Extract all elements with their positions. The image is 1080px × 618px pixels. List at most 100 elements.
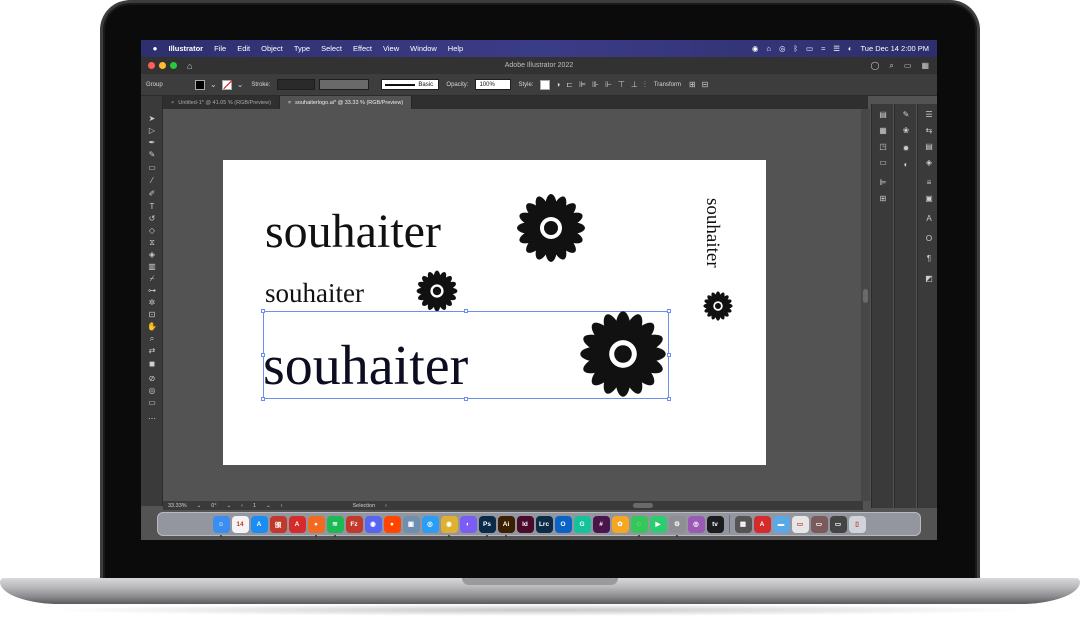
distribute-icon[interactable]: ⫶ bbox=[641, 80, 649, 90]
close-tab-icon[interactable]: × bbox=[171, 100, 174, 106]
swatches-icon[interactable]: ▤ bbox=[923, 142, 935, 152]
selection-tool-icon[interactable]: ➤ bbox=[146, 114, 158, 124]
dock-photos-icon[interactable]: ✿ bbox=[611, 515, 629, 533]
curvature-tool-icon[interactable]: ✎ bbox=[146, 150, 158, 160]
dock-calculator-icon[interactable]: ▦ bbox=[734, 515, 752, 533]
align-panel-icon[interactable]: ⊫ bbox=[877, 178, 889, 188]
close-window-button[interactable] bbox=[148, 62, 155, 69]
pencil-tool-icon[interactable]: ✐ bbox=[146, 189, 158, 199]
glyphs-icon[interactable]: ◩ bbox=[923, 274, 935, 284]
color-guide-icon[interactable]: ⇆ bbox=[923, 126, 935, 136]
dock-window-2-icon[interactable]: ▭ bbox=[829, 515, 847, 533]
dock-preview-icon[interactable]: ▣ bbox=[402, 515, 420, 533]
paintbrush-tool-icon[interactable]: ⁄ bbox=[146, 176, 158, 186]
menu-view[interactable]: View bbox=[377, 44, 404, 53]
tab-souhaiterlogo[interactable]: × souhaiterlogo.ai* @ 33.33 % (RGB/Previ… bbox=[279, 96, 413, 109]
align-middle-icon[interactable]: ⊥ bbox=[628, 80, 641, 89]
swap-fill-stroke-icon[interactable]: ⇄ bbox=[146, 346, 158, 356]
stroke-weight-field[interactable] bbox=[277, 79, 316, 90]
vertical-scroll-thumb[interactable] bbox=[863, 289, 868, 303]
direct-selection-tool-icon[interactable]: ▷ bbox=[146, 126, 158, 136]
fill-swatch[interactable] bbox=[195, 79, 205, 90]
battery-icon[interactable]: ▭ bbox=[806, 44, 813, 53]
account-icon[interactable]: ◯ bbox=[870, 61, 879, 71]
dock-firefox-icon[interactable]: ● bbox=[307, 515, 325, 537]
dock-podcasts-icon[interactable]: ◎ bbox=[687, 515, 705, 533]
extension-icon[interactable]: ⌂ bbox=[766, 44, 771, 53]
fill-dropdown-icon[interactable]: ⌄ bbox=[207, 80, 220, 89]
symbol-sprayer-tool-icon[interactable]: ✲ bbox=[146, 298, 158, 308]
rotate-tool-icon[interactable]: ↺ bbox=[146, 214, 158, 224]
artboard-tool-icon[interactable]: ⊡ bbox=[146, 310, 158, 320]
dock-settings-icon[interactable]: ⚙ bbox=[668, 515, 686, 537]
dock-lightroom-classic-icon[interactable]: Lrc bbox=[535, 515, 553, 533]
selection-handle[interactable] bbox=[261, 397, 265, 401]
menu-edit[interactable]: Edit bbox=[232, 44, 256, 53]
graphic-styles-icon[interactable]: ✹ bbox=[900, 144, 912, 154]
eyedropper-tool-icon[interactable]: ⌿ bbox=[146, 274, 158, 284]
siri-icon[interactable]: ◐ bbox=[848, 44, 853, 53]
none-color-icon[interactable]: ⊘ bbox=[146, 374, 158, 384]
rectangle-tool-icon[interactable]: ▭ bbox=[146, 163, 158, 173]
search-icon[interactable]: ⌕ bbox=[889, 61, 893, 71]
align-right-icon[interactable]: ⊩ bbox=[602, 80, 615, 89]
zoom-tool-icon[interactable]: ⌕ bbox=[146, 334, 158, 344]
dock-filezilla-icon[interactable]: Fz bbox=[345, 515, 363, 533]
transform-link[interactable]: Transform bbox=[649, 82, 686, 88]
arrange-objects-icon[interactable]: ⊟ bbox=[699, 80, 712, 89]
selection-handle[interactable] bbox=[261, 309, 265, 313]
logo-text-2[interactable]: souhaiter bbox=[265, 280, 364, 307]
libraries-icon[interactable]: ▦ bbox=[877, 126, 889, 136]
cc-libraries-icon[interactable]: ◳ bbox=[877, 142, 889, 152]
artboard-prev-icon[interactable]: ‹ bbox=[236, 503, 248, 509]
zoom-dropdown-icon[interactable]: ⌄ bbox=[192, 503, 207, 509]
selection-handle[interactable] bbox=[667, 309, 671, 313]
screen-record-icon[interactable]: ◎ bbox=[779, 44, 786, 53]
dock-tv-icon[interactable]: tv bbox=[706, 515, 724, 533]
selection-handle[interactable] bbox=[464, 309, 468, 313]
hand-tool-icon[interactable]: ✋ bbox=[146, 322, 158, 332]
screen-mode-icon[interactable]: ▭ bbox=[146, 398, 158, 408]
type-tool-icon[interactable]: T bbox=[146, 202, 158, 212]
zoom-window-button[interactable] bbox=[170, 62, 177, 69]
align-icon[interactable]: ⊏ bbox=[563, 80, 576, 89]
gradient-tool-icon[interactable]: ▥ bbox=[146, 262, 158, 272]
dock-indesign-icon[interactable]: Id bbox=[516, 515, 534, 533]
asset-export-icon[interactable]: ▭ bbox=[877, 158, 889, 168]
wifi-icon[interactable]: ≈ bbox=[821, 44, 825, 53]
daisy-icon[interactable] bbox=[703, 291, 733, 321]
dock-discord-icon[interactable]: ◉ bbox=[364, 515, 382, 533]
appearance-icon[interactable]: ◐ bbox=[900, 160, 912, 170]
dock-facetime-icon[interactable]: ▶ bbox=[649, 515, 667, 533]
properties-icon[interactable]: ▤ bbox=[877, 110, 889, 120]
dock-screenshot-icon[interactable]: ▭ bbox=[791, 515, 809, 533]
selection-handle[interactable] bbox=[261, 353, 265, 357]
tab-untitled-1[interactable]: × Untitled-1* @ 41.05 % (RGB/Preview) bbox=[163, 96, 280, 109]
style-swatch[interactable] bbox=[540, 79, 551, 90]
zoom-level-field[interactable]: 33.33% bbox=[163, 503, 192, 509]
menu-effect[interactable]: Effect bbox=[347, 44, 377, 53]
apple-icon[interactable]: ● bbox=[147, 44, 163, 53]
variable-width-field[interactable] bbox=[319, 79, 370, 90]
dock-messages-icon[interactable]: ◌ bbox=[630, 515, 648, 537]
bluetooth-icon[interactable]: ᛒ bbox=[794, 44, 799, 53]
drawing-mode-icon[interactable]: ◎ bbox=[146, 386, 158, 396]
logo-text-3[interactable]: souhaiter bbox=[263, 338, 468, 394]
workspace-icon[interactable]: ▭ bbox=[904, 61, 912, 71]
width-tool-icon[interactable]: ⧖ bbox=[146, 238, 158, 248]
align-left-icon[interactable]: ⊫ bbox=[576, 80, 589, 89]
isolate-icon[interactable]: ⊞ bbox=[686, 80, 699, 89]
dock-calendar-icon[interactable]: 14 bbox=[231, 515, 249, 533]
symbols-icon[interactable]: ❀ bbox=[900, 126, 912, 136]
daisy-icon[interactable] bbox=[516, 193, 586, 263]
selection-handle[interactable] bbox=[667, 397, 671, 401]
dock-acrobat-icon[interactable]: A bbox=[288, 515, 306, 533]
daisy-icon[interactable] bbox=[416, 270, 458, 312]
transform-panel-icon[interactable]: ⊞ bbox=[877, 194, 889, 204]
menu-help[interactable]: Help bbox=[442, 44, 468, 53]
horizontal-scroll-thumb[interactable] bbox=[633, 503, 653, 508]
menu-file[interactable]: File bbox=[209, 44, 232, 53]
dock-photoshop-icon[interactable]: Ps bbox=[478, 515, 496, 537]
minimize-window-button[interactable] bbox=[159, 62, 166, 69]
character-icon[interactable]: A bbox=[923, 214, 935, 224]
